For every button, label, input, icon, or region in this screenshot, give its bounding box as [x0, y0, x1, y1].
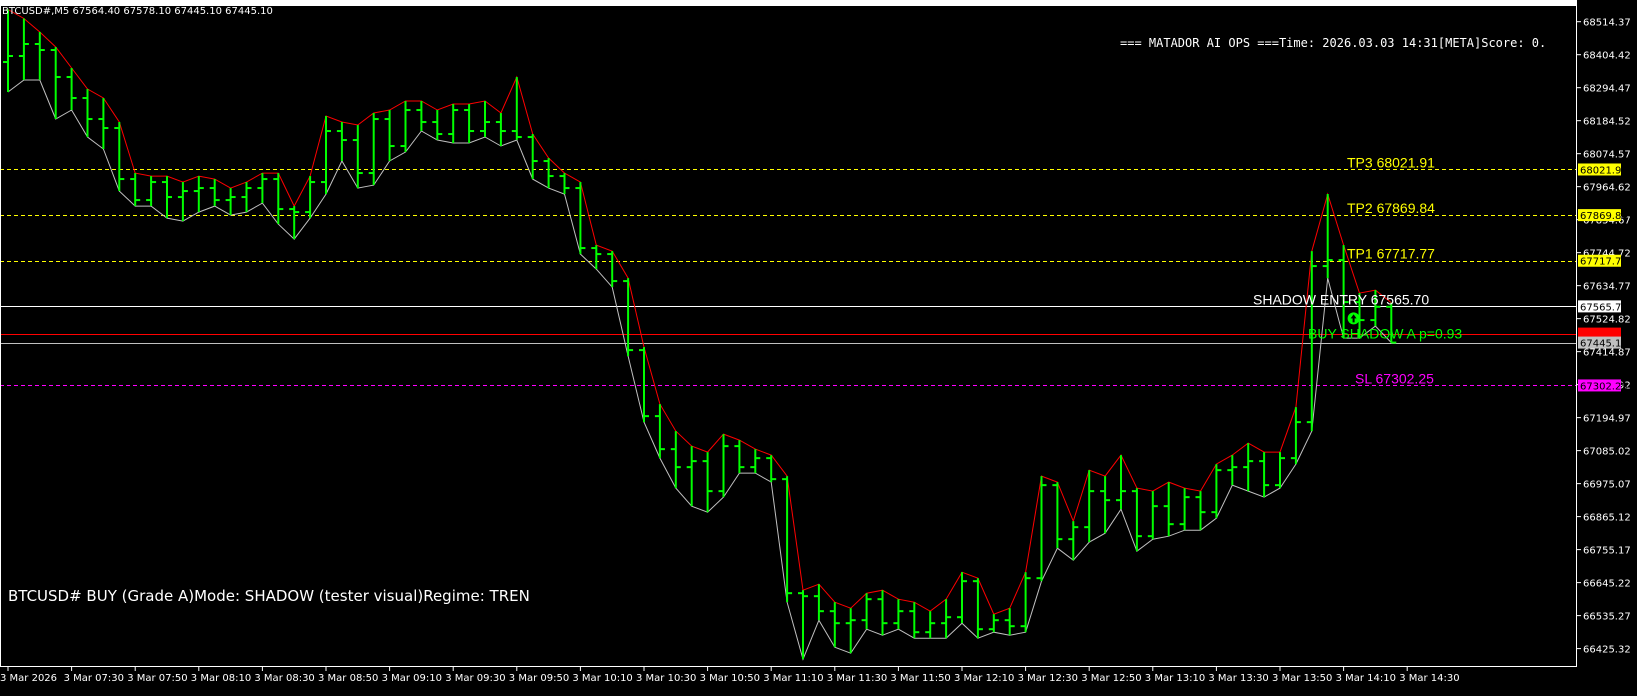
signal-label: BUY SHADOW A p=0.93	[1308, 325, 1462, 341]
x-tick-label: 3 Mar 11:10	[763, 673, 823, 684]
y-tick-label: 68404.42	[1583, 51, 1631, 62]
y-tick-label: 68514.37	[1583, 18, 1631, 29]
y-tick-label: 66535.27	[1583, 612, 1631, 623]
price-tag-label-sl: 67302.25	[1580, 381, 1628, 392]
level-label-tp2: TP2 67869.84	[1347, 200, 1435, 216]
x-tick-label: 3 Mar 12:10	[954, 673, 1014, 684]
x-tick-label: 3 Mar 12:30	[1018, 673, 1078, 684]
y-tick-label: 68074.57	[1583, 150, 1631, 161]
level-label-entry: SHADOW ENTRY 67565.70	[1253, 291, 1429, 307]
y-tick-label: 67524.82	[1583, 315, 1631, 326]
level-label-tp3: TP3 68021.91	[1347, 154, 1435, 170]
level-label-tp1: TP1 67717.77	[1347, 246, 1435, 262]
ops-status-text: === MATADOR AI OPS ===Time: 2026.03.03 1…	[1120, 36, 1547, 50]
x-tick-label: 3 Mar 11:50	[890, 673, 950, 684]
price-tag-label-tp1: 67717.77	[1580, 257, 1628, 268]
x-tick-label: 3 Mar 07:30	[64, 673, 124, 684]
x-tick-label: 3 Mar 2026	[0, 673, 57, 684]
x-tick-label: 3 Mar 09:50	[509, 673, 569, 684]
price-tag-label-tp2: 67869.84	[1580, 211, 1628, 222]
x-tick-label: 3 Mar 13:10	[1145, 673, 1205, 684]
y-tick-label: 66425.32	[1583, 645, 1631, 656]
chart-window[interactable]: TP3 68021.91 TP2 67869.84 TP1 67717.77 SHAD…	[0, 0, 1637, 696]
x-tick-label: 3 Mar 09:30	[445, 673, 505, 684]
trade-status-text: BTCUSD# BUY (Grade A)Mode: SHADOW (teste…	[8, 587, 530, 605]
x-tick-label: 3 Mar 14:10	[1336, 673, 1396, 684]
y-tick-label: 68294.47	[1583, 84, 1631, 95]
y-tick-label: 67634.77	[1583, 282, 1631, 293]
x-tick-label: 3 Mar 10:50	[700, 673, 760, 684]
x-tick-label: 3 Mar 13:50	[1272, 673, 1332, 684]
x-tick-label: 3 Mar 14:30	[1399, 673, 1459, 684]
price-tag-label-bid: 67445.10	[1580, 339, 1628, 350]
x-tick-label: 3 Mar 09:10	[382, 673, 442, 684]
y-tick-label: 67964.62	[1583, 183, 1631, 194]
x-tick-label: 3 Mar 12:50	[1081, 673, 1141, 684]
y-tick-label: 67085.02	[1583, 447, 1631, 458]
y-tick-label: 67194.97	[1583, 414, 1631, 425]
x-tick-label: 3 Mar 08:10	[191, 673, 251, 684]
y-tick-label: 68184.52	[1583, 117, 1631, 128]
y-tick-label: 66755.17	[1583, 546, 1631, 557]
y-tick-label: 66645.22	[1583, 579, 1631, 590]
price-tag-label-entry: 67565.70	[1580, 302, 1628, 313]
price-tag-label-tp3: 68021.91	[1580, 165, 1628, 176]
x-tick-label: 3 Mar 11:30	[827, 673, 887, 684]
x-tick-label: 3 Mar 10:10	[572, 673, 632, 684]
x-tick-label: 3 Mar 07:50	[127, 673, 187, 684]
y-tick-label: 66975.07	[1583, 480, 1631, 491]
x-tick-label: 3 Mar 08:30	[254, 673, 314, 684]
x-tick-label: 3 Mar 08:50	[318, 673, 378, 684]
level-label-sl: SL 67302.25	[1355, 370, 1434, 386]
ohlc-header: BTCUSD#,M5 67564.40 67578.10 67445.10 67…	[2, 6, 273, 17]
x-tick-label: 3 Mar 10:30	[636, 673, 696, 684]
x-tick-label: 3 Mar 13:30	[1208, 673, 1268, 684]
y-tick-label: 66865.12	[1583, 513, 1631, 524]
